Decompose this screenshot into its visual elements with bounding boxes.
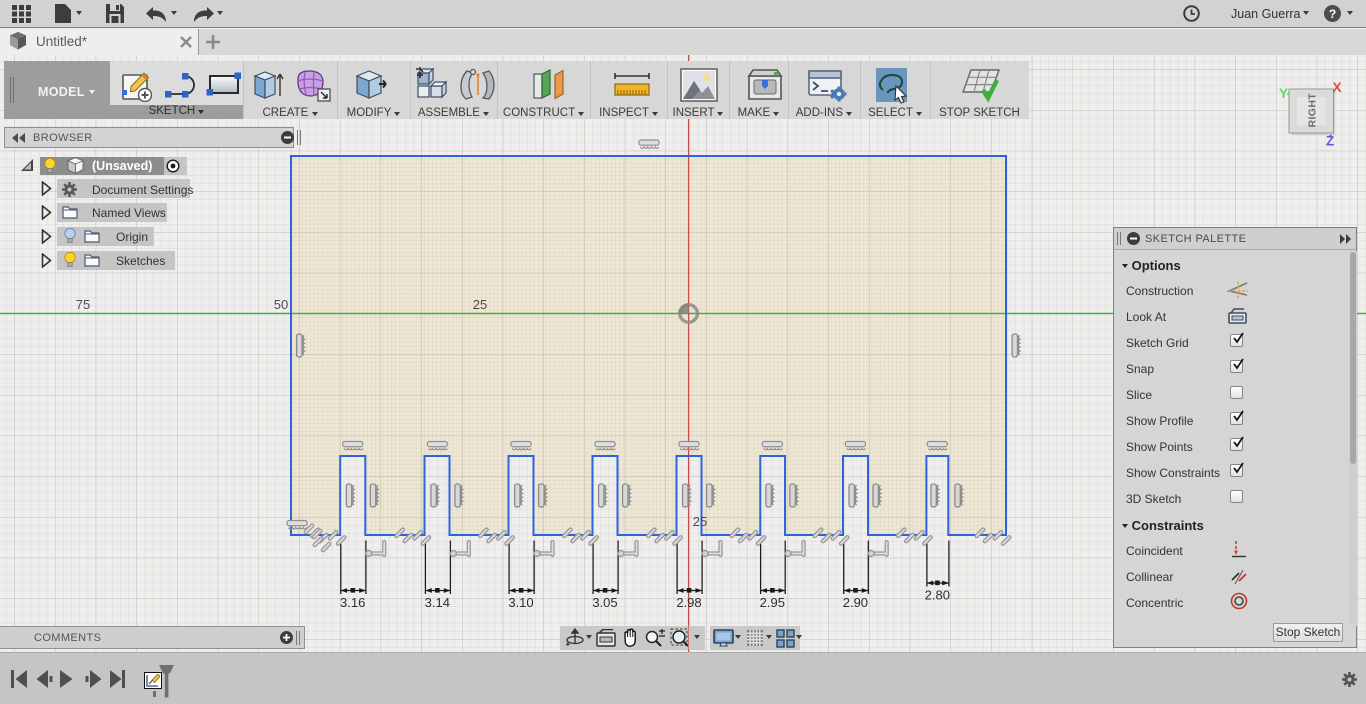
svg-text:X: X (1333, 80, 1342, 95)
svg-text:3.10: 3.10 (508, 595, 533, 610)
svg-text:3.05: 3.05 (592, 595, 617, 610)
svg-text:3.14: 3.14 (425, 595, 450, 610)
svg-text:25: 25 (693, 514, 707, 529)
svg-text:Y: Y (1279, 86, 1288, 101)
svg-text:50: 50 (274, 297, 288, 312)
svg-text:RIGHT: RIGHT (1307, 93, 1319, 128)
svg-text:75: 75 (76, 297, 90, 312)
svg-text:3.16: 3.16 (340, 595, 365, 610)
svg-text:?: ? (1329, 7, 1336, 21)
svg-text:2.98: 2.98 (676, 595, 701, 610)
svg-text:25: 25 (473, 297, 487, 312)
svg-text:2.90: 2.90 (843, 595, 868, 610)
svg-text:2.80: 2.80 (925, 588, 950, 603)
svg-text:2.95: 2.95 (760, 595, 785, 610)
